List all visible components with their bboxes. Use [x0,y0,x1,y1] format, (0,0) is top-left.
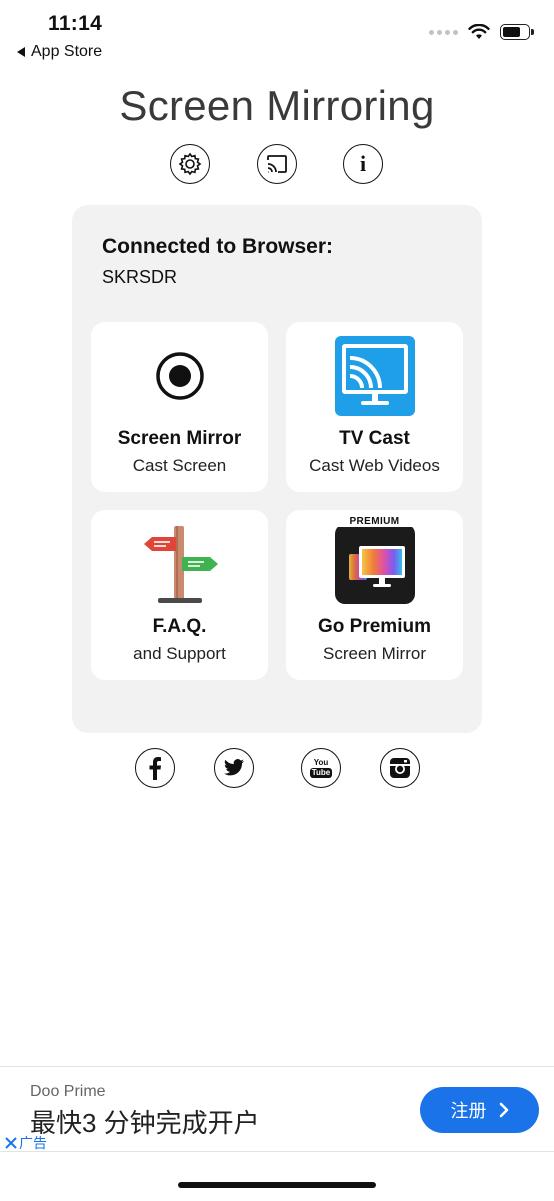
youtube-icon: You Tube [309,757,333,778]
card-subtitle: Screen Mirror [323,644,426,663]
ad-label: 广告 [19,1135,47,1151]
facebook-icon [149,757,161,780]
cast-button[interactable] [257,144,297,184]
settings-button[interactable] [170,144,210,184]
chevron-right-icon [499,1102,508,1118]
back-label: App Store [31,43,103,60]
main-panel: Connected to Browser: SKRSDR Screen Mirr… [72,205,482,733]
signpost-icon [140,524,220,604]
youtube-bottom-text: Tube [309,767,333,778]
ad-close-button[interactable]: 广告 [5,1133,47,1153]
premium-badge: PREMIUM [332,516,417,527]
card-title: Go Premium [318,616,431,637]
ad-register-button[interactable]: 注册 [420,1087,539,1133]
youtube-top-text: You [313,757,329,767]
card-subtitle: Cast Web Videos [309,456,440,475]
go-premium-card[interactable]: PREMIUM Go Premium Screen Mirror [286,510,463,680]
screen-mirror-card[interactable]: Screen Mirror Cast Screen [91,322,268,492]
ad-cta-label: 注册 [450,1101,487,1121]
card-title: F.A.Q. [152,616,207,637]
wifi-icon [468,24,490,39]
cast-icon [267,155,287,173]
info-icon: i [359,151,367,176]
ad-text: 最快3 分钟完成开户 [30,1108,260,1138]
premium-icon: PREMIUM [332,516,417,604]
ad-brand: Doo Prime [30,1083,106,1100]
status-bar: 11:14 App Store [0,0,554,70]
battery-icon [500,24,534,40]
record-icon [140,336,220,416]
social-links: You Tube [0,748,554,788]
info-button[interactable]: i [343,144,383,184]
page-title: Screen Mirroring [119,82,435,129]
card-subtitle: and Support [133,644,226,663]
youtube-button[interactable]: You Tube [301,748,341,788]
twitter-button[interactable] [214,748,254,788]
card-title: Screen Mirror [117,428,242,449]
back-to-app-store[interactable]: App Store [17,43,102,61]
ad-banner[interactable]: Doo Prime 最快3 分钟完成开户 广告 注册 [0,1066,554,1152]
facebook-button[interactable] [135,748,175,788]
close-icon [5,1137,17,1149]
instagram-button[interactable] [380,748,420,788]
connection-device-name: SKRSDR [102,267,178,287]
instagram-icon [390,758,410,778]
twitter-icon [224,759,244,776]
card-title: TV Cast [339,428,410,449]
status-time: 11:14 [48,12,103,35]
back-arrow-icon [17,47,25,57]
tv-cast-icon [334,336,415,416]
top-actions: i [0,144,554,184]
status-indicators [429,24,534,40]
home-indicator[interactable] [178,1182,376,1188]
faq-card[interactable]: F.A.Q. and Support [91,510,268,680]
signal-dots-icon [429,29,458,35]
connection-title: Connected to Browser: [102,235,334,258]
card-subtitle: Cast Screen [132,456,227,475]
tv-cast-card[interactable]: TV Cast Cast Web Videos [286,322,463,492]
gear-icon [178,152,202,176]
